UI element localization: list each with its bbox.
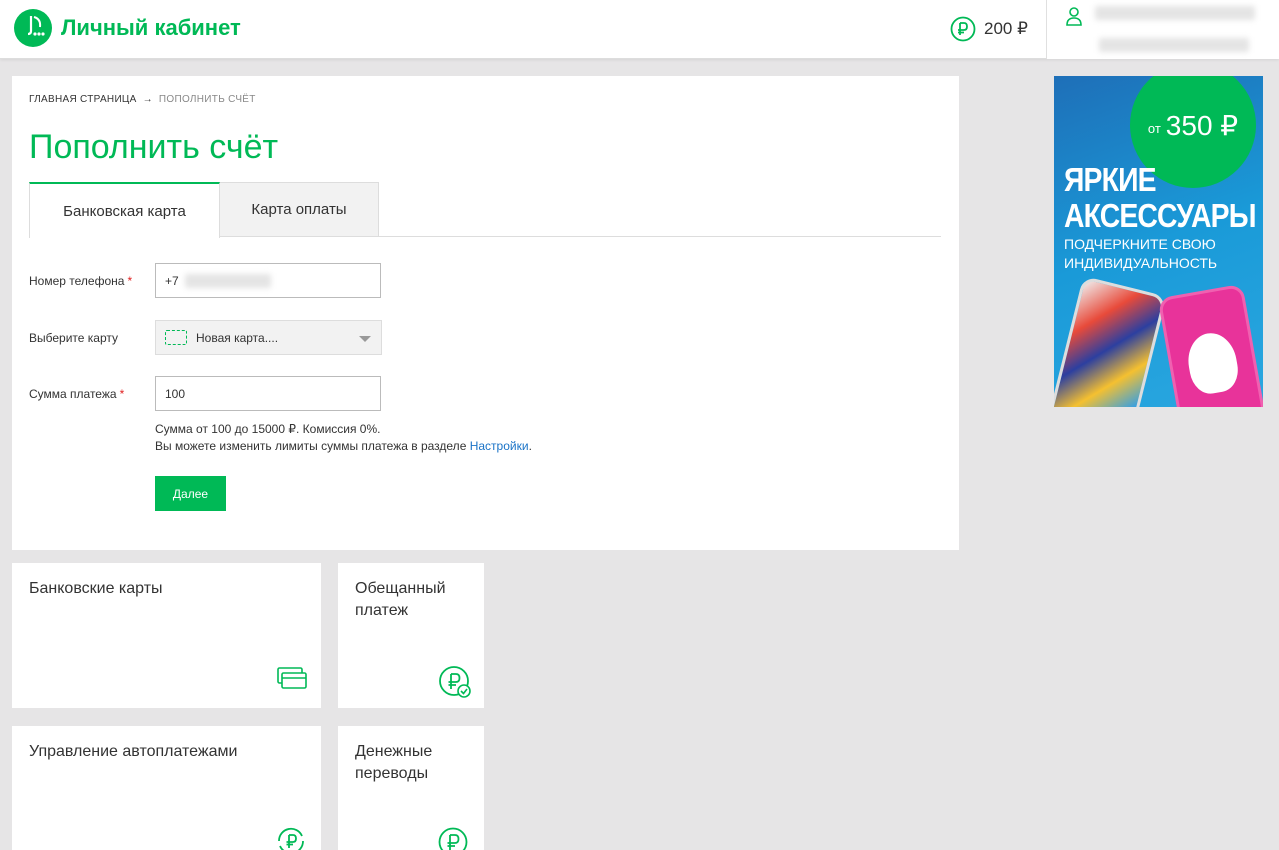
settings-hint-end: . (528, 439, 532, 453)
chevron-down-icon (359, 336, 371, 342)
card-select[interactable]: Новая карта.... (155, 320, 382, 355)
card-label: Выберите карту (29, 331, 119, 345)
phone-label: Номер телефона * (29, 274, 132, 288)
user-profile-box[interactable] (1046, 0, 1279, 59)
tab-payment-card[interactable]: Карта оплаты (220, 182, 379, 237)
required-mark: * (119, 387, 125, 401)
promo-headline-line2: АКСЕССУАРЫ (1064, 197, 1256, 234)
cards-icon (277, 667, 307, 689)
amount-input[interactable]: 100 (155, 376, 381, 411)
user-name-redacted (1095, 6, 1255, 20)
top-up-panel: ГЛАВНАЯ СТРАНИЦА → ПОПОЛНИТЬ СЧЁТ Пополн… (12, 76, 959, 550)
amount-label-text: Сумма платежа (29, 387, 117, 401)
tile-title: Обещанный платеж (355, 580, 446, 619)
breadcrumb-home-link[interactable]: ГЛАВНАЯ СТРАНИЦА (29, 94, 137, 105)
promo-subtitle: ПОДЧЕРКНИТЕ СВОЮ ИНДИВИДУАЛЬНОСТЬ (1064, 235, 1217, 273)
phone-number-redacted (184, 273, 271, 288)
balance-widget[interactable]: 200 ₽ (950, 15, 1028, 43)
promo-price-prefix: от (1147, 120, 1161, 136)
phone-case-image (1157, 283, 1263, 407)
payment-method-tabs: Банковская карта Карта оплаты (29, 182, 941, 238)
ruble-refresh-icon (278, 827, 304, 850)
settings-hint-text: Вы можете изменить лимиты суммы платежа … (155, 439, 467, 453)
megafon-logo-icon[interactable] (14, 9, 52, 47)
phone-input[interactable]: +7 (155, 263, 381, 298)
new-card-icon (165, 330, 187, 345)
balance-amount: 200 ₽ (984, 19, 1028, 38)
settings-hint: Вы можете изменить лимиты суммы платежа … (155, 439, 532, 453)
promo-subtitle-line2: ИНДИВИДУАЛЬНОСТЬ (1064, 255, 1218, 271)
phone-label-text: Номер телефона (29, 274, 125, 288)
phone-prefix: +7 (165, 273, 179, 288)
phone-case-image (1054, 275, 1167, 407)
card-select-value: Новая карта.... (196, 330, 279, 345)
page-title: Пополнить счёт (29, 128, 279, 166)
tab-bank-card[interactable]: Банковская карта (29, 182, 220, 238)
required-mark: * (127, 274, 133, 288)
amount-label: Сумма платежа * (29, 387, 124, 401)
brand-title[interactable]: Личный кабинет (61, 15, 241, 41)
user-icon (1066, 7, 1082, 26)
cartoon-mouse-image (1183, 329, 1242, 397)
user-number-redacted (1099, 38, 1249, 52)
amount-value: 100 (165, 386, 186, 401)
tile-title: Денежные переводы (355, 743, 433, 782)
promo-headline-line1: ЯРКИЕ (1064, 161, 1157, 198)
tile-autopayments[interactable]: Управление автоплатежами (12, 726, 321, 850)
top-header: Личный кабинет 200 ₽ (0, 0, 1279, 59)
tile-title: Управление автоплатежами (29, 743, 238, 760)
settings-link[interactable]: Настройки (470, 439, 529, 453)
ruble-circle-icon (950, 16, 976, 42)
tile-bank-cards[interactable]: Банковские карты (12, 563, 321, 708)
promo-subtitle-line1: ПОДЧЕРКНИТЕ СВОЮ (1064, 236, 1216, 252)
amount-limits-hint: Сумма от 100 до 15000 ₽. Комиссия 0%. (155, 422, 381, 436)
promo-price: 350 ₽ (1165, 109, 1239, 141)
next-button[interactable]: Далее (155, 476, 226, 511)
breadcrumb-separator: → (142, 94, 153, 105)
ruble-icon (438, 827, 468, 850)
breadcrumb-current: ПОПОЛНИТЬ СЧЁТ (158, 94, 256, 105)
tile-money-transfers[interactable]: Денежные переводы (338, 726, 484, 850)
promo-banner[interactable]: от 350 ₽ ЯРКИЕ АКСЕССУАРЫ ПОДЧЕРКНИТЕ СВ… (1054, 76, 1263, 407)
ruble-check-icon (439, 666, 471, 698)
tile-promised-payment[interactable]: Обещанный платеж (338, 563, 484, 708)
breadcrumb: ГЛАВНАЯ СТРАНИЦА → ПОПОЛНИТЬ СЧЁТ (29, 94, 256, 105)
promo-headline: ЯРКИЕ АКСЕССУАРЫ (1064, 162, 1256, 234)
tile-title: Банковские карты (29, 580, 163, 597)
